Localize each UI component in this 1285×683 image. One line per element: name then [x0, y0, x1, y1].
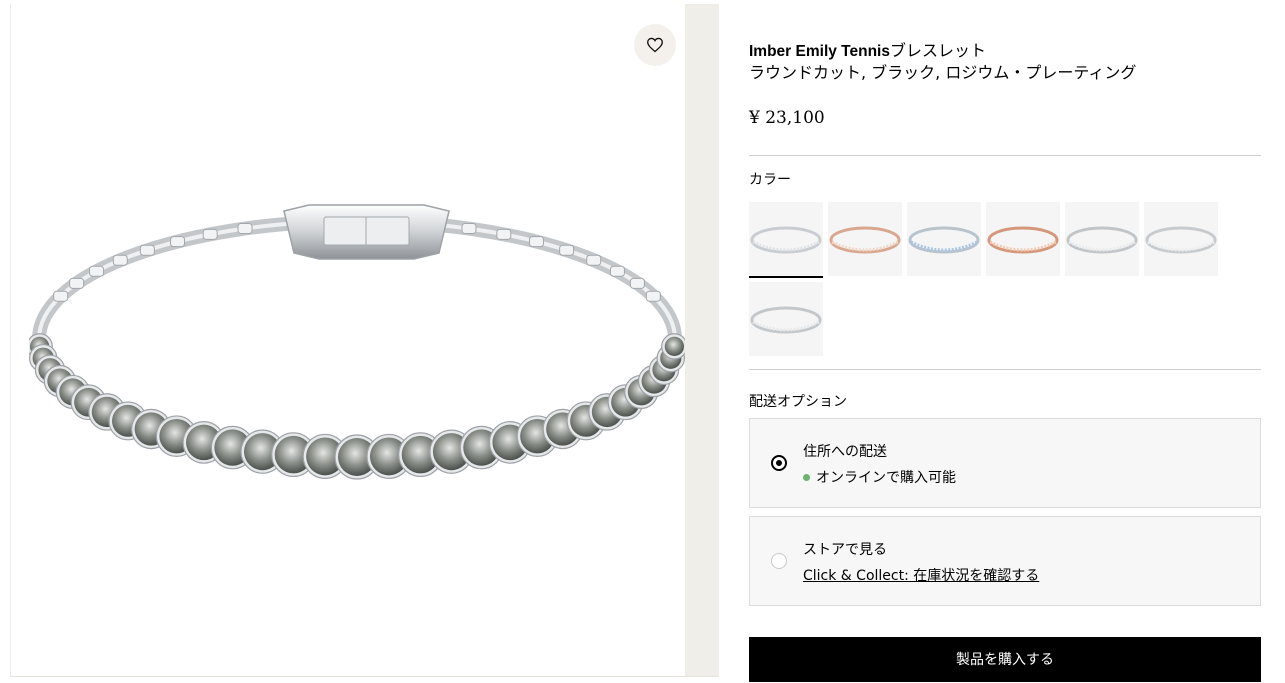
- option-title: ストアで見る: [803, 542, 887, 558]
- delivery-label: 配送オプション: [749, 394, 847, 410]
- delivery-option-home[interactable]: 住所への配送 オンラインで購入可能: [749, 418, 1261, 508]
- bracelet-thumbnail: [1066, 226, 1138, 254]
- bracelet-link: [89, 265, 105, 277]
- wishlist-button[interactable]: [634, 24, 676, 66]
- heart-icon: [647, 37, 663, 53]
- bracelet-link: [53, 290, 69, 302]
- color-swatch[interactable]: [749, 202, 823, 278]
- clasp: [283, 204, 450, 260]
- radio-selected[interactable]: [771, 455, 787, 471]
- bracelet-link: [237, 223, 253, 235]
- radio-unselected[interactable]: [771, 553, 787, 569]
- gallery-side-strip: [685, 4, 719, 676]
- color-swatch[interactable]: [749, 282, 823, 356]
- product-price: ¥ 23,100: [749, 108, 825, 128]
- bracelet-thumbnail: [908, 226, 980, 254]
- bracelet-link: [202, 228, 218, 240]
- bracelet-link: [112, 254, 128, 266]
- color-swatch[interactable]: [907, 202, 981, 276]
- availability-status: オンラインで購入可能: [803, 467, 956, 487]
- bracelet-thumbnail: [750, 226, 822, 254]
- product-gallery: [10, 4, 688, 676]
- bracelet-link: [69, 277, 85, 289]
- availability-text: オンラインで購入可能: [816, 470, 956, 486]
- product-image: [29, 204, 688, 480]
- product-title: Imber Emily Tennisブレスレット: [749, 40, 986, 63]
- product-subtitle: ラウンドカット, ブラック, ロジウム・プレーティング: [749, 63, 1137, 82]
- color-swatch[interactable]: [1144, 202, 1218, 276]
- bracelet-link: [645, 290, 661, 302]
- bracelet-thumbnail: [829, 226, 901, 254]
- product-title-type: ブレスレット: [889, 41, 986, 60]
- delivery-option-store[interactable]: ストアで見る Click & Collect: 在庫状況を確認する: [749, 516, 1261, 606]
- bracelet-thumbnail: [1145, 226, 1217, 254]
- bracelet-stone: [664, 336, 685, 357]
- product-title-name: Imber Emily Tennis: [749, 43, 890, 60]
- bracelet-link: [461, 223, 477, 235]
- bracelet-thumbnail: [987, 226, 1059, 254]
- bracelet-link: [586, 254, 602, 266]
- color-swatch[interactable]: [986, 202, 1060, 276]
- divider: [10, 676, 719, 677]
- bracelet-link: [496, 228, 512, 240]
- divider: [749, 155, 1261, 156]
- bracelet-link: [609, 265, 625, 277]
- bracelet-link: [139, 244, 155, 256]
- available-dot-icon: [803, 473, 810, 481]
- buy-button[interactable]: 製品を購入する: [749, 637, 1261, 682]
- click-collect-link[interactable]: Click & Collect: 在庫状況を確認する: [803, 565, 1039, 585]
- color-swatch[interactable]: [1065, 202, 1139, 276]
- color-swatch[interactable]: [828, 202, 902, 276]
- color-label: カラー: [749, 172, 791, 188]
- bracelet-thumbnail: [750, 306, 822, 334]
- bracelet-link: [629, 277, 645, 289]
- bracelet-link: [528, 236, 544, 248]
- bracelet-link: [559, 244, 575, 256]
- bracelet-link: [170, 236, 186, 248]
- option-title: 住所への配送: [803, 444, 887, 460]
- divider: [749, 369, 1261, 370]
